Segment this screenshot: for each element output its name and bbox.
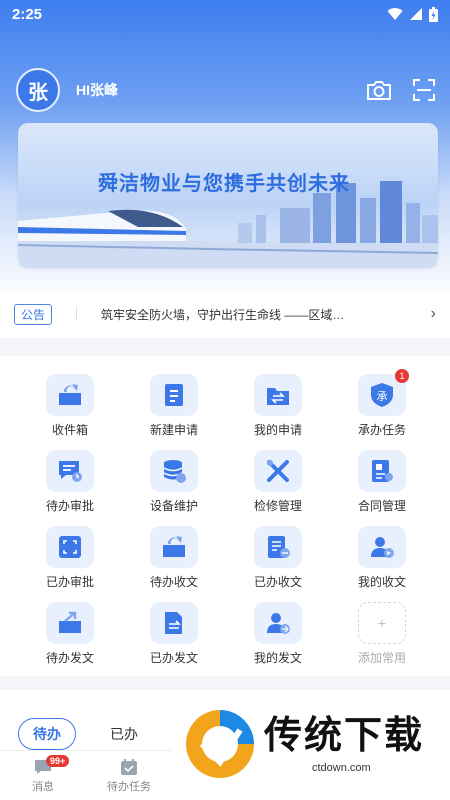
grid-item-pending-receive-doc[interactable]: 待办收文 bbox=[122, 526, 226, 590]
repair-management-icon bbox=[254, 450, 302, 492]
top-actions bbox=[366, 78, 436, 102]
grid-label: 合同管理 bbox=[357, 499, 406, 513]
grid-label: 添加常用 bbox=[357, 651, 406, 665]
tab-done[interactable]: 已办 bbox=[110, 724, 138, 744]
done-approval-icon bbox=[46, 526, 94, 568]
grid-item-done-send-doc[interactable]: 已办发文 bbox=[122, 602, 226, 666]
watermark-name: 传统下载 bbox=[264, 713, 425, 757]
bottom-nav: 99+ 消息 待办任务 bbox=[0, 750, 172, 800]
battery-icon bbox=[429, 6, 438, 22]
grid-item-add-common[interactable]: + 添加常用 bbox=[330, 602, 434, 666]
grid-item-undertake-task[interactable]: 承 1 承办任务 bbox=[330, 369, 434, 438]
grid-item-my-application[interactable]: 我的申请 bbox=[226, 374, 330, 438]
my-receive-doc-icon bbox=[358, 526, 406, 568]
my-send-doc-icon bbox=[254, 602, 302, 644]
grid-label: 我的收文 bbox=[357, 575, 406, 589]
nav-label: 待办任务 bbox=[107, 780, 151, 793]
grid-label: 已办收文 bbox=[253, 575, 302, 589]
nav-item-messages[interactable]: 99+ 消息 bbox=[0, 751, 86, 800]
grid-item-pending-send-doc[interactable]: 待办发文 bbox=[18, 602, 122, 666]
grid-label: 新建申请 bbox=[149, 423, 198, 437]
grid-item-equipment-maintenance[interactable]: 设备维护 bbox=[122, 450, 226, 514]
calendar-task-icon bbox=[121, 758, 137, 775]
grid-item-repair-management[interactable]: 检修管理 bbox=[226, 450, 330, 514]
grid-label: 承办任务 bbox=[357, 423, 406, 437]
grid-label: 设备维护 bbox=[149, 499, 198, 513]
grid-label: 我的发文 bbox=[253, 651, 302, 665]
grid-item-contract-management[interactable]: 合同管理 bbox=[330, 450, 434, 514]
notice-text: 筑牢安全防火墙，守护出行生命线 ——区域… bbox=[101, 307, 345, 322]
nav-item-pending-tasks[interactable]: 待办任务 bbox=[86, 751, 172, 800]
task-tabs-panel: 待办 已办 bbox=[0, 690, 172, 750]
svg-text:承: 承 bbox=[377, 390, 388, 403]
status-icons bbox=[387, 6, 438, 22]
function-grid-panel: 收件箱 新建申请 我的申请 承 1 承办任务 待办审批 设备维护 检修管理 合同… bbox=[0, 356, 450, 676]
pending-receive-doc-icon bbox=[150, 526, 198, 568]
contract-management-icon bbox=[358, 450, 406, 492]
grid-label: 待办收文 bbox=[149, 575, 198, 589]
grid-item-my-send-doc[interactable]: 我的发文 bbox=[226, 602, 330, 666]
my-application-icon bbox=[254, 374, 302, 416]
scan-icon[interactable] bbox=[412, 78, 436, 102]
equipment-maintenance-icon bbox=[150, 450, 198, 492]
grid-label: 待办发文 bbox=[45, 651, 94, 665]
avatar[interactable]: 张 bbox=[16, 68, 60, 112]
pending-approval-icon bbox=[46, 450, 94, 492]
watermark-logo bbox=[186, 710, 254, 778]
notice-divider bbox=[76, 307, 78, 321]
message-count-badge: 99+ bbox=[46, 755, 70, 767]
grid-label: 待办审批 bbox=[45, 499, 94, 513]
tab-pending[interactable]: 待办 bbox=[18, 718, 76, 750]
banner-title: 舜洁物业与您携手共创未来 bbox=[98, 173, 350, 195]
grid-item-pending-approval[interactable]: 待办审批 bbox=[18, 450, 122, 514]
grid-label: 收件箱 bbox=[51, 423, 88, 437]
nav-label: 消息 bbox=[32, 780, 54, 793]
inbox-icon bbox=[46, 374, 94, 416]
grid-item-new-application[interactable]: 新建申请 bbox=[122, 374, 226, 438]
greeting-text: HI张峰 bbox=[76, 82, 118, 98]
camera-icon[interactable] bbox=[366, 79, 392, 101]
done-receive-doc-icon bbox=[254, 526, 302, 568]
watermark-url: ctdown.com bbox=[312, 762, 371, 774]
grid-item-done-receive-doc[interactable]: 已办收文 bbox=[226, 526, 330, 590]
task-count-badge: 1 bbox=[395, 369, 409, 383]
done-send-doc-icon bbox=[150, 602, 198, 644]
grid-label: 已办发文 bbox=[149, 651, 198, 665]
wifi-icon bbox=[387, 8, 403, 20]
watermark-overlay: 传统下载 ctdown.com bbox=[172, 690, 450, 800]
status-bar: 2:25 bbox=[0, 0, 450, 28]
chevron-right-icon[interactable]: › bbox=[431, 305, 436, 323]
function-grid: 收件箱 新建申请 我的申请 承 1 承办任务 待办审批 设备维护 检修管理 合同… bbox=[18, 369, 434, 666]
status-time: 2:25 bbox=[12, 5, 43, 23]
add-icon: + bbox=[358, 602, 406, 644]
grid-item-inbox[interactable]: 收件箱 bbox=[18, 374, 122, 438]
signal-icon bbox=[410, 8, 422, 20]
grid-label: 已办审批 bbox=[45, 575, 94, 589]
profile-row: 张 HI张峰 bbox=[16, 68, 436, 112]
grid-item-my-receive-doc[interactable]: 我的收文 bbox=[330, 526, 434, 590]
grid-label: 检修管理 bbox=[253, 499, 302, 513]
promo-banner[interactable]: 舜洁物业与您携手共创未来 bbox=[18, 123, 438, 268]
notice-tag: 公告 bbox=[14, 303, 53, 325]
new-application-icon bbox=[150, 374, 198, 416]
pending-send-doc-icon bbox=[46, 602, 94, 644]
task-tabs: 待办 已办 bbox=[18, 718, 138, 750]
grid-item-done-approval[interactable]: 已办审批 bbox=[18, 526, 122, 590]
notice-bar[interactable]: 公告 筑牢安全防火墙，守护出行生命线 ——区域… › bbox=[0, 290, 450, 338]
grid-label: 我的申请 bbox=[253, 423, 302, 437]
